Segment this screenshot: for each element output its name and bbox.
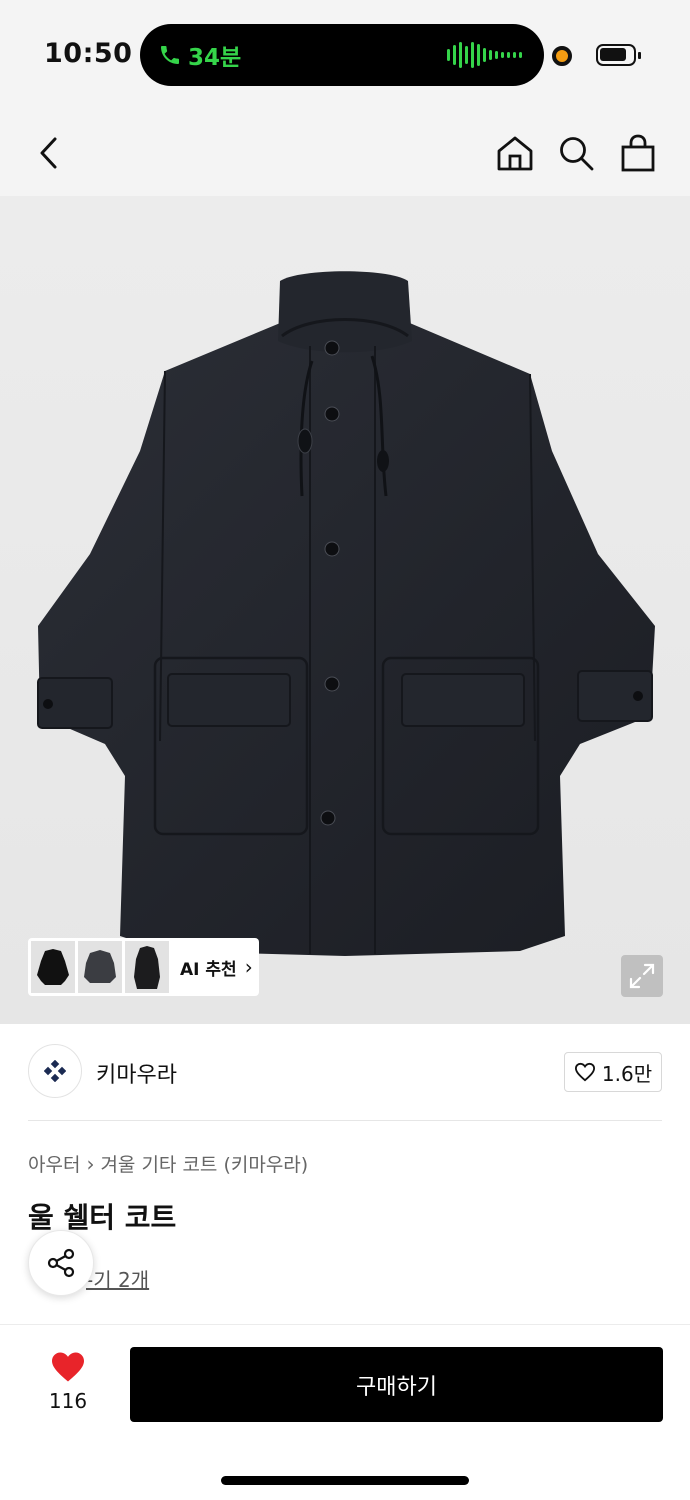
coat-thumbnail-icon <box>84 950 116 983</box>
brand-like-count: 1.6만 <box>601 1061 653 1086</box>
search-button[interactable] <box>553 130 599 176</box>
expand-image-button[interactable] <box>621 955 663 997</box>
back-button[interactable] <box>26 130 72 176</box>
brand-row: 키마우라 1.6만 <box>28 1044 662 1100</box>
product-image[interactable] <box>0 196 690 1024</box>
home-indicator[interactable] <box>221 1476 469 1485</box>
status-bar: 10:50 34분 <box>0 0 690 110</box>
ai-thumbnail-3[interactable] <box>125 941 169 993</box>
share-icon <box>47 1248 75 1278</box>
review-link[interactable]: -기 2개 <box>86 1264 149 1293</box>
home-button[interactable] <box>492 130 538 176</box>
battery-icon <box>596 44 641 66</box>
home-icon <box>497 136 533 171</box>
brand-like-button[interactable]: 1.6만 <box>564 1052 662 1092</box>
buy-button[interactable]: 구매하기 <box>130 1347 663 1422</box>
coat-thumbnail-icon <box>37 949 69 985</box>
product-title: 울 쉘터 코트 <box>28 1201 177 1234</box>
ai-thumbnail-1[interactable] <box>31 941 75 993</box>
audio-waveform-icon <box>447 42 522 68</box>
dynamic-island[interactable]: 34분 <box>140 24 544 86</box>
cart-button[interactable] <box>615 130 661 176</box>
call-indicator[interactable]: 34분 <box>158 38 241 72</box>
top-navigation <box>0 110 690 196</box>
search-icon <box>560 137 594 171</box>
back-icon <box>40 137 57 169</box>
breadcrumb: 아우터 › 겨울 기타 코트 (키마우라) <box>28 1150 308 1177</box>
call-duration: 34분 <box>188 45 242 71</box>
ai-thumbnail-2[interactable] <box>78 941 122 993</box>
coat-thumbnail-icon <box>134 946 160 989</box>
expand-icon <box>629 963 655 989</box>
brand-logo-icon <box>44 1060 66 1082</box>
heart-outline-icon <box>574 1062 595 1082</box>
shopping-bag-icon <box>621 134 655 172</box>
coat-illustration <box>37 271 655 956</box>
breadcrumb-category[interactable]: 아우터 <box>28 1150 80 1177</box>
phone-icon <box>161 46 179 64</box>
chevron-right-icon: › <box>244 955 253 979</box>
ai-recommendation-card[interactable]: AI 추천 › <box>28 938 259 996</box>
bottom-action-bar: 116 구매하기 <box>0 1324 690 1500</box>
brand-logo[interactable] <box>28 1044 82 1098</box>
camera-indicator-icon <box>552 46 572 66</box>
brand-name[interactable]: 키마우라 <box>96 1057 177 1089</box>
divider <box>28 1120 662 1121</box>
ai-recommend-label[interactable]: AI 추천 › <box>180 955 253 980</box>
wishlist-button[interactable]: 116 <box>40 1351 96 1413</box>
status-time: 10:50 <box>44 38 133 69</box>
wishlist-count: 116 <box>48 1389 88 1413</box>
breadcrumb-chevron-icon: › <box>86 1151 95 1176</box>
breadcrumb-subcategory[interactable]: 겨울 기타 코트 (키마우라) <box>100 1150 308 1177</box>
heart-filled-icon <box>52 1352 84 1382</box>
share-button[interactable] <box>28 1230 94 1296</box>
